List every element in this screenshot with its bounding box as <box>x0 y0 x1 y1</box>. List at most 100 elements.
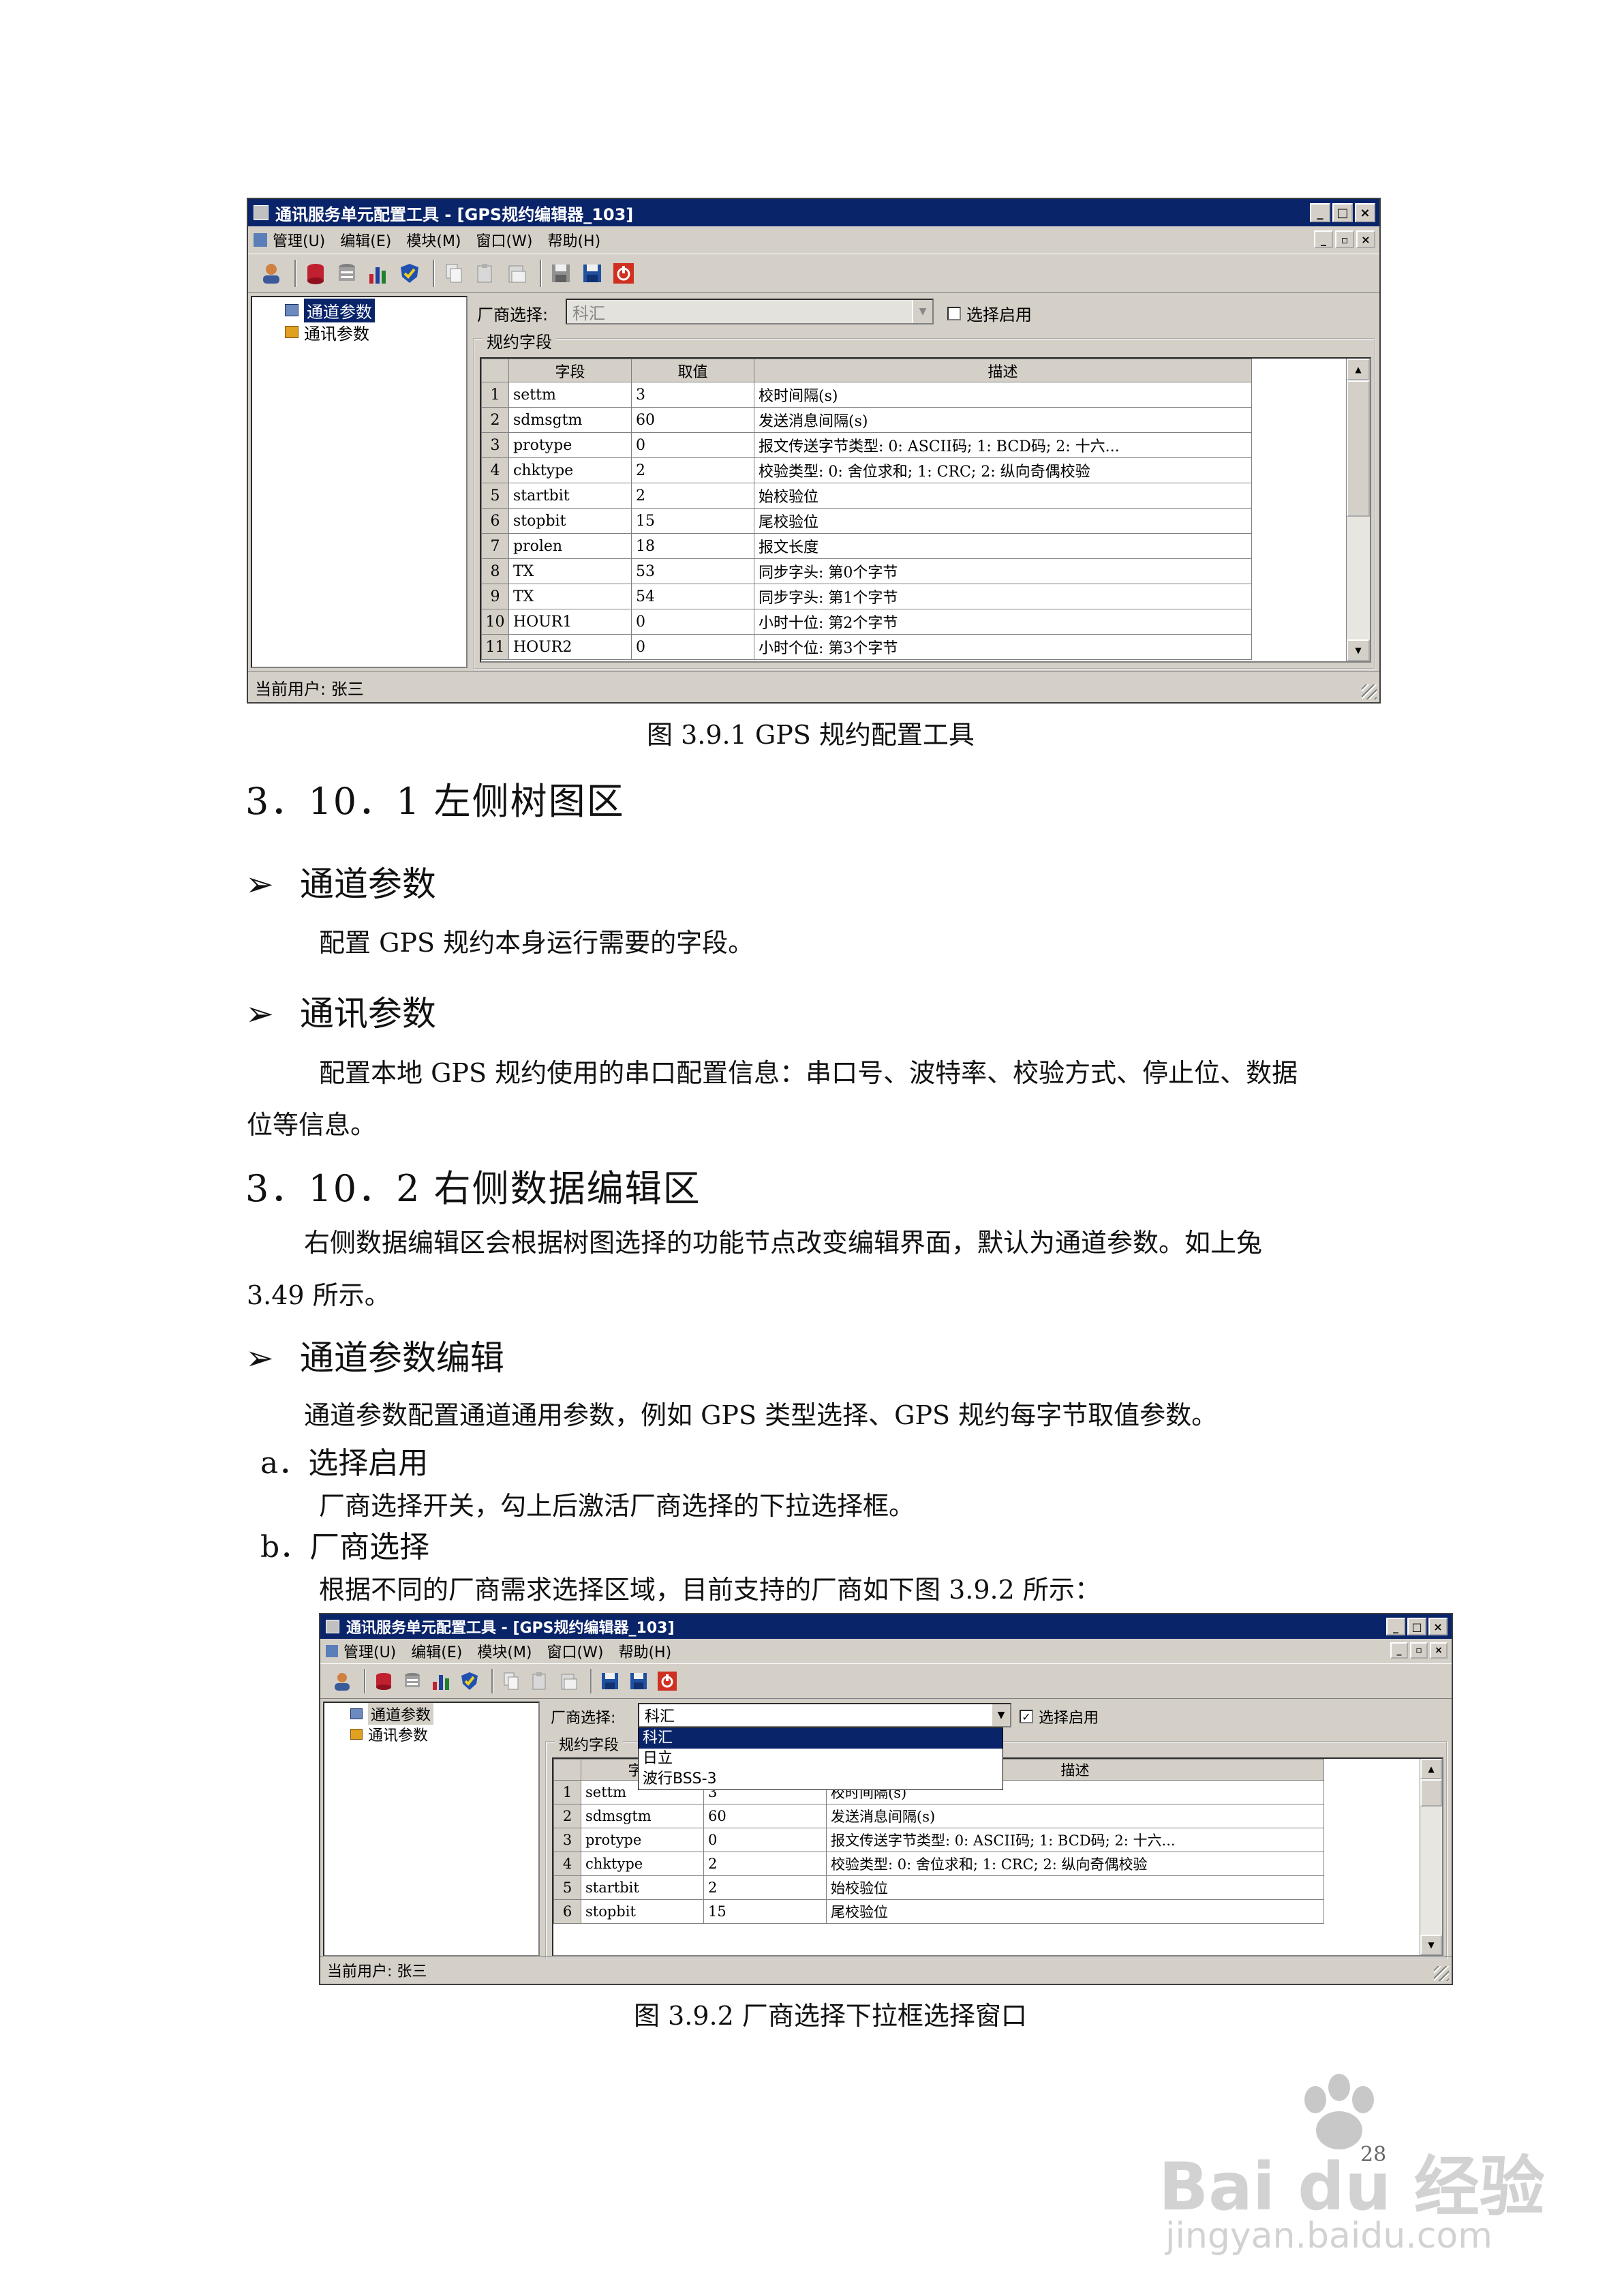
menu-edit[interactable]: 编辑(E) <box>340 229 391 251</box>
chevron-down-icon[interactable]: ▼ <box>912 300 932 323</box>
table-row[interactable]: 7 prolen 18 报文长度 <box>481 533 1252 559</box>
desc-cell[interactable]: 报文传送字节类型: 0: ASCII码; 1: BCD码; 2: 十六... <box>754 432 1252 458</box>
enable-checkbox[interactable]: ✓ 选择启用 <box>1020 1706 1099 1727</box>
table-row[interactable]: 2 sdmsgtm 60 发送消息间隔(s) <box>553 1804 1324 1828</box>
chevron-down-icon[interactable]: ▼ <box>991 1704 1010 1726</box>
menu-window[interactable]: 窗口(W) <box>547 1640 604 1662</box>
col-header-field[interactable]: 字段 <box>508 359 632 382</box>
copy-icon[interactable] <box>499 1669 523 1693</box>
col-header-desc[interactable]: 描述 <box>754 359 1252 382</box>
power-icon[interactable] <box>610 260 637 287</box>
desc-cell[interactable]: 始校验位 <box>826 1875 1324 1900</box>
desc-cell[interactable]: 报文长度 <box>754 533 1252 559</box>
value-cell[interactable]: 2 <box>703 1852 827 1876</box>
table-row[interactable]: 9 TX 54 同步字头: 第1个字节 <box>481 584 1252 609</box>
close-button[interactable]: × <box>1428 1618 1448 1635</box>
table-row[interactable]: 10 HOUR1 0 小时十位: 第2个字节 <box>481 609 1252 635</box>
maximize-button[interactable]: □ <box>1407 1618 1426 1635</box>
table-row[interactable]: 4 chktype 2 校验类型: 0: 舍位求和; 1: CRC; 2: 纵向奇偶校… <box>481 457 1252 483</box>
paste-special-icon[interactable] <box>556 1669 581 1693</box>
desc-cell[interactable]: 尾校验位 <box>754 508 1252 534</box>
value-cell[interactable]: 60 <box>631 407 754 433</box>
desc-cell[interactable]: 小时十位: 第2个字节 <box>754 609 1252 635</box>
save-icon[interactable] <box>547 260 575 287</box>
scroll-thumb[interactable] <box>1420 1779 1442 1807</box>
menu-help[interactable]: 帮助(H) <box>618 1640 671 1662</box>
value-cell[interactable]: 18 <box>631 533 754 559</box>
value-cell[interactable]: 2 <box>631 457 754 483</box>
value-cell[interactable]: 2 <box>703 1875 827 1900</box>
field-cell[interactable]: chktype <box>581 1852 704 1876</box>
shield-check-icon[interactable] <box>396 260 423 287</box>
vendor-select[interactable]: 科汇 ▼ <box>566 299 934 324</box>
field-cell[interactable]: stopbit <box>508 508 632 534</box>
menu-module[interactable]: 模块(M) <box>406 229 461 251</box>
tree-item-channel-params[interactable]: 通道参数 <box>350 1703 434 1725</box>
chart-icon[interactable] <box>365 260 392 287</box>
copy-icon[interactable] <box>440 260 468 287</box>
menu-window[interactable]: 窗口(W) <box>476 229 533 251</box>
grid-vertical-scrollbar[interactable]: ▲ ▼ <box>1346 359 1370 661</box>
scroll-thumb[interactable] <box>1347 380 1370 517</box>
user-icon[interactable] <box>258 260 285 287</box>
field-cell[interactable]: HOUR1 <box>508 609 632 635</box>
maximize-button[interactable]: □ <box>1332 203 1353 222</box>
field-cell[interactable]: startbit <box>581 1875 704 1900</box>
user-icon[interactable] <box>330 1669 354 1693</box>
scroll-up-button[interactable]: ▲ <box>1420 1759 1442 1779</box>
desc-cell[interactable]: 报文传送字节类型: 0: ASCII码; 1: BCD码; 2: 十六... <box>826 1828 1324 1852</box>
vendor-option-hitachi[interactable]: 日立 <box>639 1749 1003 1769</box>
menu-manage[interactable]: 管理(U) <box>343 1640 396 1662</box>
database-icon[interactable] <box>302 260 329 287</box>
database-list-icon[interactable] <box>333 260 361 287</box>
value-cell[interactable]: 0 <box>631 609 754 635</box>
value-cell[interactable]: 15 <box>631 508 754 534</box>
value-cell[interactable]: 0 <box>703 1828 827 1852</box>
desc-cell[interactable]: 发送消息间隔(s) <box>826 1804 1324 1828</box>
value-cell[interactable]: 2 <box>631 483 754 509</box>
field-cell[interactable]: settm <box>508 382 632 408</box>
shield-check-icon[interactable] <box>457 1669 482 1693</box>
field-cell[interactable]: prolen <box>508 533 632 559</box>
paste-icon[interactable] <box>527 1669 552 1693</box>
database-list-icon[interactable] <box>400 1669 425 1693</box>
value-cell[interactable]: 15 <box>703 1899 827 1924</box>
table-row[interactable]: 6 stopbit 15 尾校验位 <box>553 1899 1324 1924</box>
power-icon[interactable] <box>655 1669 679 1693</box>
vendor-option-bss3[interactable]: 波行BSS-3 <box>639 1769 1003 1789</box>
save-all-icon[interactable] <box>626 1669 651 1693</box>
mdi-restore-button[interactable]: ▫ <box>1410 1642 1428 1659</box>
mdi-minimize-button[interactable]: _ <box>1314 230 1333 248</box>
resize-grip-icon[interactable] <box>1434 1966 1449 1981</box>
mdi-close-button[interactable]: × <box>1356 230 1375 248</box>
table-row[interactable]: 11 HOUR2 0 小时个位: 第3个字节 <box>481 634 1252 660</box>
field-cell[interactable]: startbit <box>508 483 632 509</box>
table-row[interactable]: 8 TX 53 同步字头: 第0个字节 <box>481 558 1252 584</box>
field-cell[interactable]: chktype <box>508 457 632 483</box>
value-cell[interactable]: 54 <box>631 584 754 609</box>
mdi-restore-button[interactable]: ▫ <box>1335 230 1354 248</box>
table-row[interactable]: 2 sdmsgtm 60 发送消息间隔(s) <box>481 407 1252 433</box>
mdi-minimize-button[interactable]: _ <box>1390 1642 1408 1659</box>
grid-vertical-scrollbar[interactable]: ▲ ▼ <box>1420 1759 1442 1955</box>
desc-cell[interactable]: 校时间隔(s) <box>754 382 1252 408</box>
vendor-select[interactable]: 科汇 ▼ <box>638 1703 1011 1727</box>
value-cell[interactable]: 0 <box>631 634 754 660</box>
scroll-up-button[interactable]: ▲ <box>1347 359 1370 380</box>
desc-cell[interactable]: 发送消息间隔(s) <box>754 407 1252 433</box>
table-row[interactable]: 5 startbit 2 始校验位 <box>553 1875 1324 1900</box>
menu-manage[interactable]: 管理(U) <box>273 229 325 251</box>
menu-module[interactable]: 模块(M) <box>477 1640 532 1662</box>
close-button[interactable]: × <box>1355 203 1375 222</box>
paste-icon[interactable] <box>472 260 499 287</box>
field-cell[interactable]: TX <box>508 584 632 609</box>
database-icon[interactable] <box>371 1669 396 1693</box>
scroll-down-button[interactable]: ▼ <box>1420 1935 1442 1955</box>
value-cell[interactable]: 53 <box>631 558 754 584</box>
save-icon[interactable] <box>598 1669 622 1693</box>
vendor-option-kehui[interactable]: 科汇 <box>639 1728 1003 1749</box>
table-row[interactable]: 1 settm 3 校时间隔(s) <box>481 382 1252 408</box>
desc-cell[interactable]: 校验类型: 0: 舍位求和; 1: CRC; 2: 纵向奇偶校验 <box>754 457 1252 483</box>
field-cell[interactable]: TX <box>508 558 632 584</box>
paste-special-icon[interactable] <box>503 260 530 287</box>
